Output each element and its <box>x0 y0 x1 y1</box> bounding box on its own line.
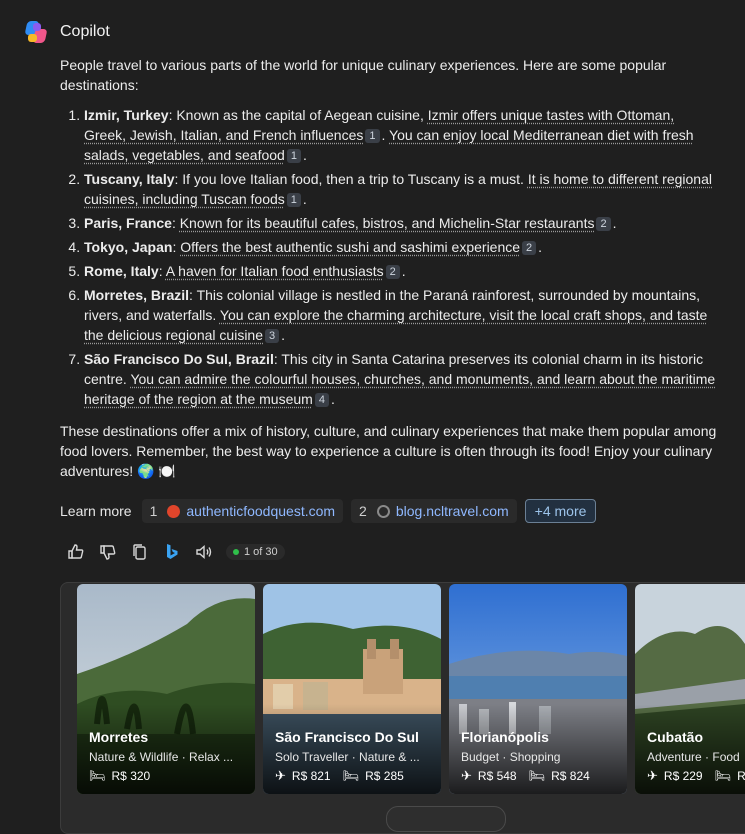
destination-name: Morretes, Brazil <box>84 287 190 303</box>
citation-badge[interactable]: 2 <box>385 265 400 279</box>
card-prices: 🛏 R$ 320 <box>89 768 150 784</box>
thumbs-up-icon[interactable] <box>66 542 86 562</box>
body-text: . <box>281 327 286 343</box>
hotel-icon: 🛏 <box>342 768 360 783</box>
message-actions: 1 of 30 <box>66 540 285 564</box>
source-domain: blog.ncltravel.com <box>395 503 509 519</box>
destination-item: Izmir, Turkey: Known as the capital of A… <box>84 105 720 165</box>
flight-icon: ✈ <box>647 768 658 783</box>
destination-card[interactable]: Morretes Nature & Wildlife · Relax ... 🛏… <box>77 584 255 794</box>
body-text: . <box>330 391 335 407</box>
body-text: . <box>612 215 617 231</box>
bing-icon[interactable] <box>162 542 182 562</box>
card-title: Cubatão <box>647 729 703 745</box>
cited-text: Offers the best authentic sushi and sash… <box>180 239 521 255</box>
status-dot-icon <box>233 549 239 555</box>
source-link-2[interactable]: 2 blog.ncltravel.com <box>351 499 517 523</box>
cited-text: You can admire the colourful houses, chu… <box>84 371 716 407</box>
destination-name: Tokyo, Japan <box>84 239 173 255</box>
cited-text: A haven for Italian food enthusiasts <box>165 263 384 279</box>
more-sources-button[interactable]: +4 more <box>524 499 597 523</box>
source-number: 2 <box>359 503 367 519</box>
card-title: São Francisco Do Sul <box>275 729 419 745</box>
citation-badge[interactable]: 2 <box>522 241 537 255</box>
globe-icon <box>376 504 390 518</box>
destination-item: Tuscany, Italy: If you love Italian food… <box>84 169 720 209</box>
destination-list: Izmir, Turkey: Known as the capital of A… <box>60 105 720 409</box>
message-body: People travel to various parts of the wo… <box>60 55 720 481</box>
destination-card[interactable]: Cubatão Adventure · Food ✈ R$ 229 🛏 R$ <box>635 584 745 794</box>
citation-badge[interactable]: 1 <box>286 149 301 163</box>
card-prices: ✈ R$ 229 🛏 R$ <box>647 768 745 784</box>
hotel-price: R$ <box>737 769 745 783</box>
card-tags: Budget · Shopping <box>461 750 561 764</box>
card-tags: Adventure · Food <box>647 750 740 764</box>
card-title: Florianópolis <box>461 729 549 745</box>
hotel-icon: 🛏 <box>528 768 546 783</box>
destination-name: Tuscany, Italy <box>84 171 175 187</box>
destination-name: São Francisco Do Sul, Brazil <box>84 351 274 367</box>
site-favicon-icon <box>167 504 181 518</box>
card-tags: Solo Traveller · Nature & ... <box>275 750 420 764</box>
citation-badge[interactable]: 1 <box>286 193 301 207</box>
citation-badge[interactable]: 4 <box>314 393 329 407</box>
card-title: Morretes <box>89 729 149 745</box>
copy-icon[interactable] <box>130 542 150 562</box>
body-text: . <box>302 147 307 163</box>
card-tags: Nature & Wildlife · Relax ... <box>89 750 234 764</box>
hotel-price: R$ 824 <box>551 769 590 783</box>
hotel-price: R$ 285 <box>365 769 404 783</box>
source-domain: authenticfoodquest.com <box>186 503 336 519</box>
body-text: : <box>158 263 166 279</box>
card-prices: ✈ R$ 821 🛏 R$ 285 <box>275 768 404 784</box>
app-title: Copilot <box>60 23 110 40</box>
response-counter: 1 of 30 <box>226 544 285 560</box>
body-text: . <box>538 239 543 255</box>
destination-item: Morretes, Brazil: This colonial village … <box>84 285 720 345</box>
copilot-header: Copilot <box>24 18 110 46</box>
copilot-logo-icon <box>24 20 48 44</box>
body-text: . <box>401 263 406 279</box>
body-text: . <box>302 191 307 207</box>
hotel-icon: 🛏 <box>714 768 732 783</box>
body-text: : If you love Italian food, then a trip … <box>174 171 528 187</box>
flight-icon: ✈ <box>275 768 286 783</box>
citation-badge[interactable]: 3 <box>265 329 280 343</box>
intro-text: People travel to various parts of the wo… <box>60 57 667 93</box>
destination-item: Tokyo, Japan: Offers the best authentic … <box>84 237 720 257</box>
source-link-1[interactable]: 1 authenticfoodquest.com <box>141 499 344 523</box>
outro-text: These destinations offer a mix of histor… <box>60 423 717 479</box>
destination-card[interactable]: São Francisco Do Sul Solo Traveller · Na… <box>263 584 441 794</box>
learn-more-bar: Learn more 1 authenticfoodquest.com 2 bl… <box>60 499 597 523</box>
body-text: . <box>381 127 390 143</box>
hotel-price: R$ 320 <box>111 769 151 783</box>
destination-name: Izmir, Turkey <box>84 107 169 123</box>
destination-item: São Francisco Do Sul, Brazil: This city … <box>84 349 720 409</box>
body-text: : Known as the capital of Aegean cuisine… <box>168 107 428 123</box>
destination-name: Rome, Italy <box>84 263 159 279</box>
hotel-icon: 🛏 <box>89 768 106 783</box>
counter-text: 1 of 30 <box>244 546 278 558</box>
flight-price: R$ 229 <box>663 769 703 783</box>
source-number: 1 <box>149 503 158 519</box>
learn-more-label: Learn more <box>60 503 132 519</box>
destination-item: Paris, France: Known for its beautiful c… <box>84 213 720 233</box>
card-prices: ✈ R$ 548 🛏 R$ 824 <box>461 768 590 784</box>
body-text: : <box>171 215 180 231</box>
cited-text: Known for its beautiful cafes, bistros, … <box>179 215 595 231</box>
thumbs-down-icon[interactable] <box>98 542 118 562</box>
flight-icon: ✈ <box>461 768 472 783</box>
citation-badge[interactable]: 2 <box>596 217 611 231</box>
destination-name: Paris, France <box>84 215 172 231</box>
show-more-button[interactable] <box>386 806 506 832</box>
destination-card[interactable]: Florianópolis Budget · Shopping ✈ R$ 548 … <box>449 584 627 794</box>
speaker-icon[interactable] <box>194 542 214 562</box>
destination-item: Rome, Italy: A haven for Italian food en… <box>84 261 720 281</box>
flight-price: R$ 821 <box>291 769 331 783</box>
flight-price: R$ 548 <box>477 769 517 783</box>
citation-badge[interactable]: 1 <box>365 129 380 143</box>
